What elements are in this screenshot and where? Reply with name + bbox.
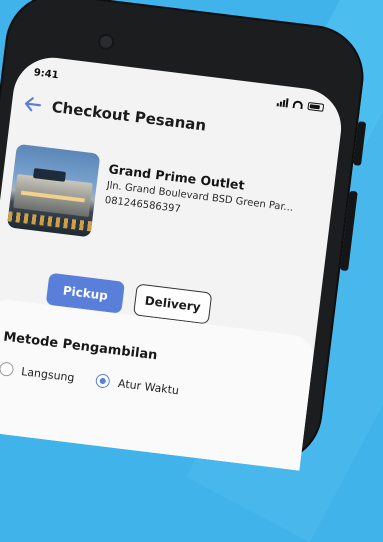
status-time: 9:41 xyxy=(33,67,60,82)
option-langsung[interactable]: Langsung xyxy=(0,361,75,384)
store-info: Grand Prime Outlet Jln. Grand Boulevard … xyxy=(104,155,319,231)
option-atur-waktu[interactable]: Atur Waktu xyxy=(95,373,180,397)
wifi-icon xyxy=(292,99,304,109)
radio-langsung[interactable] xyxy=(0,361,15,377)
pickup-method-card: Metode Pengambilan Langsung Atur Waktu xyxy=(0,297,316,471)
option-label: Atur Waktu xyxy=(117,376,180,397)
back-arrow-icon[interactable] xyxy=(23,94,43,114)
signal-icon xyxy=(276,97,289,108)
phone-screen: 9:41 Checkout Pesanan Grand Prime Outlet… xyxy=(0,53,346,471)
battery-icon xyxy=(307,101,325,112)
page-title: Checkout Pesanan xyxy=(50,97,208,135)
store-card: Grand Prime Outlet Jln. Grand Boulevard … xyxy=(6,143,335,272)
section-title: Metode Pengambilan xyxy=(2,329,159,364)
status-icons xyxy=(276,97,325,112)
header: Checkout Pesanan xyxy=(23,94,208,135)
camera-icon xyxy=(99,35,113,49)
radio-atur-waktu[interactable] xyxy=(95,373,112,389)
store-image xyxy=(6,143,101,238)
option-label: Langsung xyxy=(20,364,76,384)
pickup-options: Langsung Atur Waktu xyxy=(0,361,180,397)
phone-frame: 9:41 Checkout Pesanan Grand Prime Outlet… xyxy=(0,0,370,471)
